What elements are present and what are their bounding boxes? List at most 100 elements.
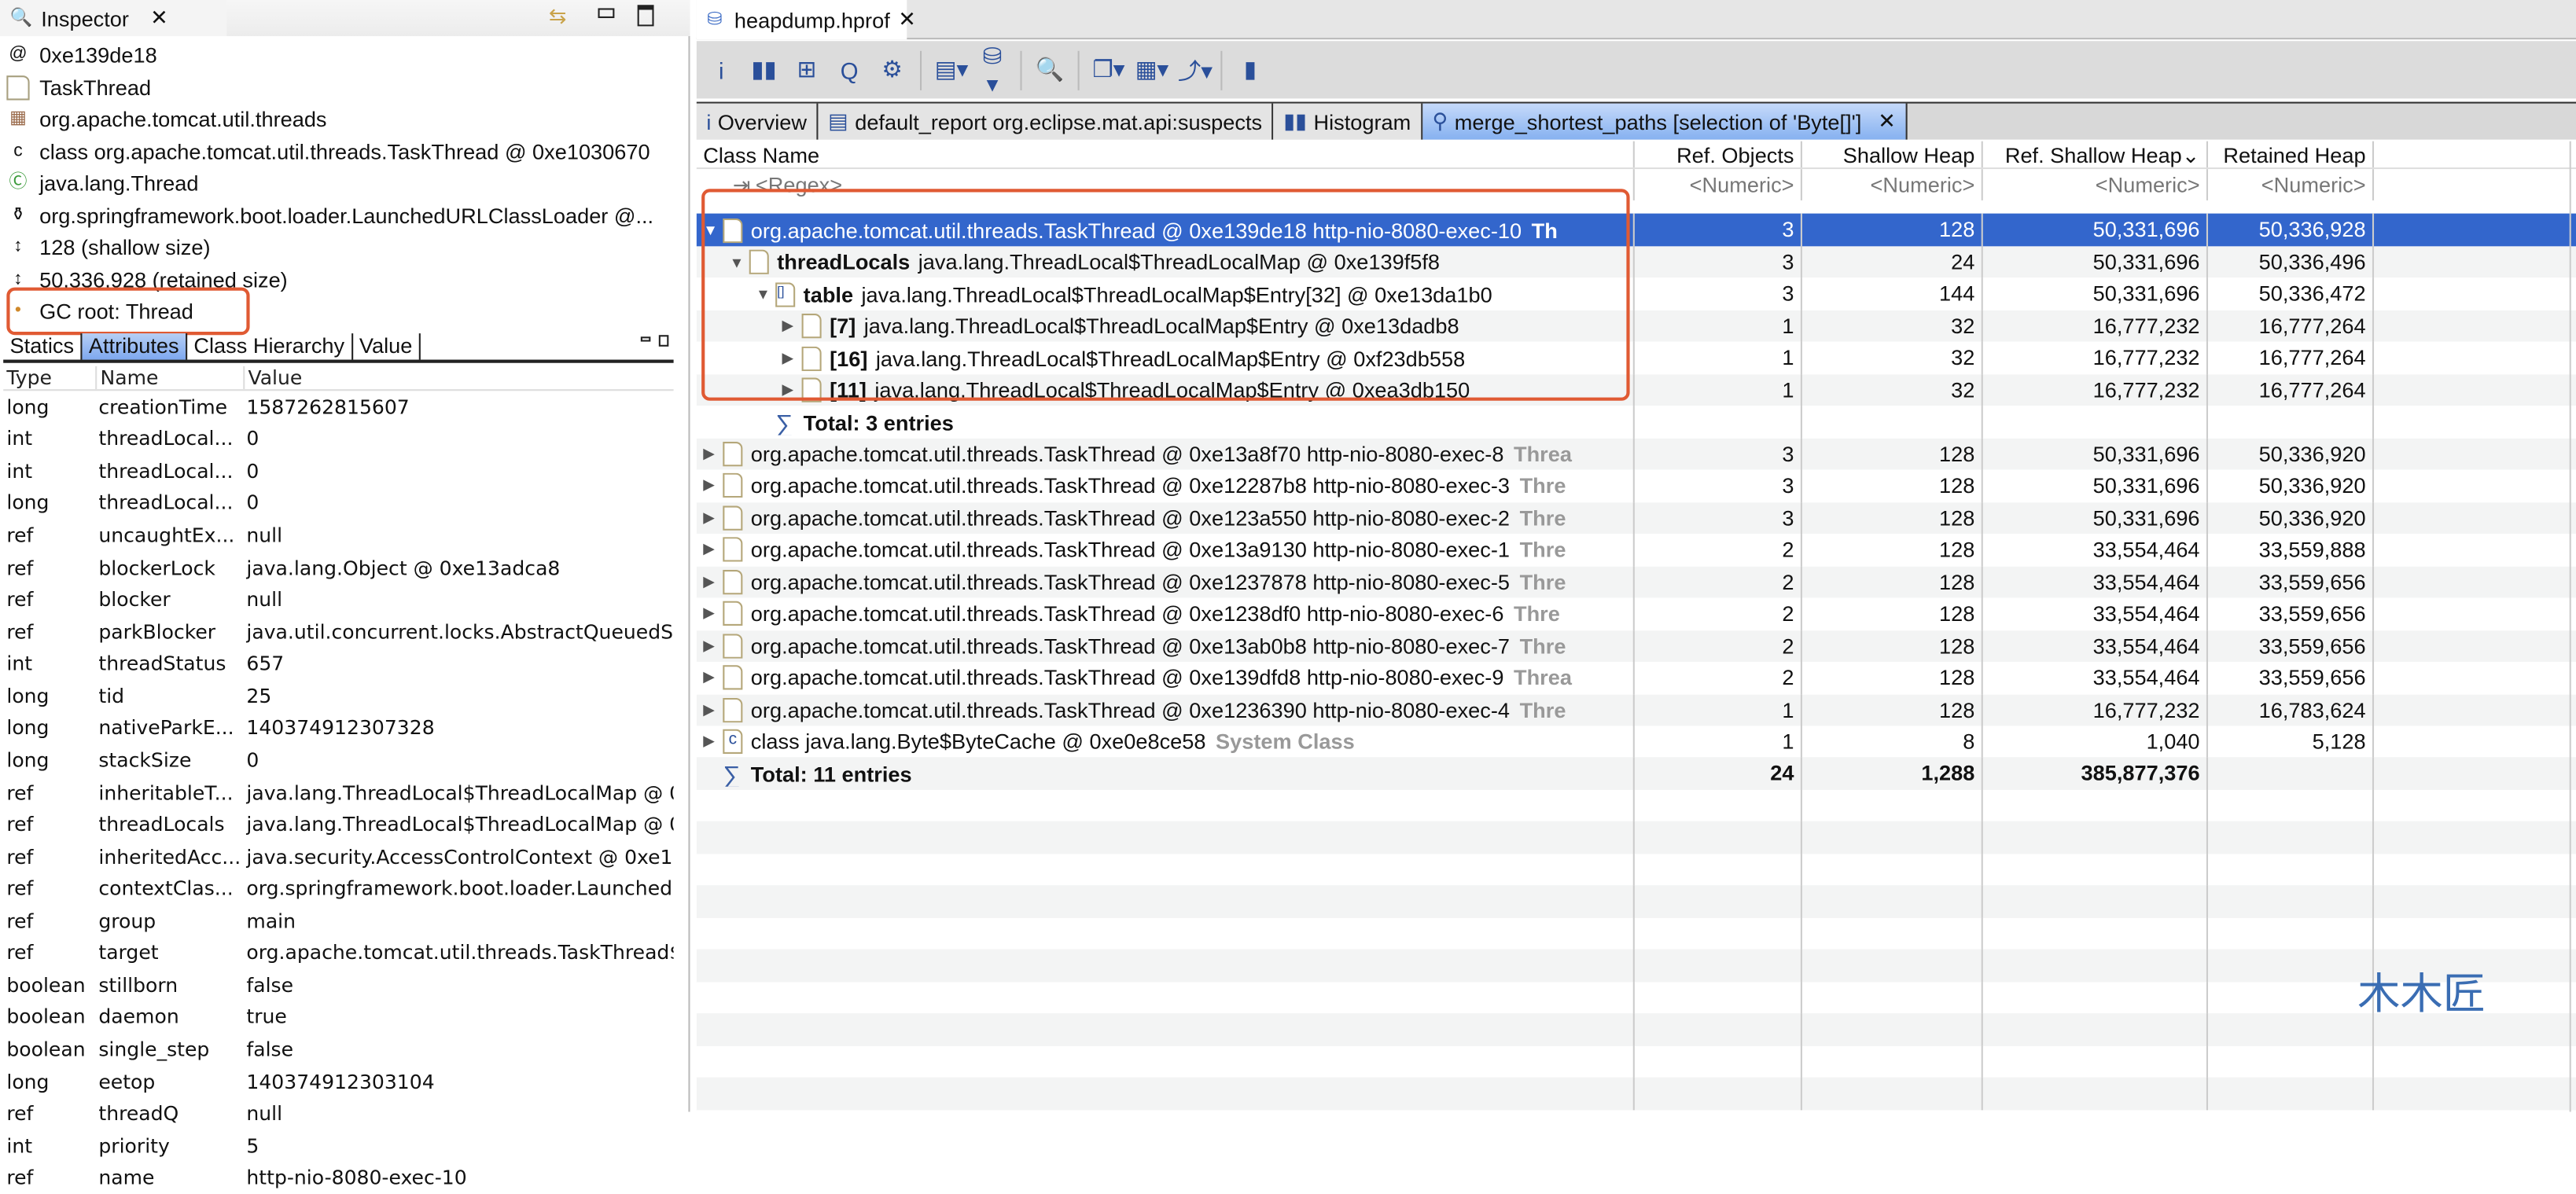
maximize-icon[interactable] — [637, 5, 654, 27]
close-icon[interactable]: ✕ — [1878, 108, 1896, 134]
link-with-view-icon[interactable]: ⇆ — [549, 3, 567, 29]
column-header[interactable]: Shallow Heap — [1800, 141, 1982, 168]
query-tab[interactable]: i Overview — [696, 103, 819, 140]
numeric-filter[interactable]: <Numeric> — [2206, 169, 2375, 201]
query-tab[interactable]: ▮▮ Histogram — [1273, 103, 1422, 140]
object-icon — [6, 75, 30, 100]
close-icon[interactable]: ✕ — [898, 6, 916, 32]
column-header[interactable]: Ref. Shallow Heap⌄ — [1981, 141, 2206, 168]
close-icon[interactable]: ✕ — [150, 5, 168, 31]
attribute-row[interactable]: ref target org.apache.tomcat.util.threads.… — [3, 937, 673, 969]
attribute-row[interactable]: boolean daemon true — [3, 1001, 673, 1034]
tree-row[interactable]: ▶ org.apache.tomcat.util.threads.TaskThre… — [696, 566, 2576, 598]
calculator-icon[interactable]: ▦▾ — [1135, 56, 1168, 84]
dominator-tree-icon[interactable]: ⊞ — [792, 56, 822, 84]
tab-statics[interactable]: Statics — [3, 333, 80, 359]
expand-icon[interactable]: ▶ — [703, 541, 723, 559]
numeric-filter[interactable]: <Numeric> — [1800, 169, 1982, 201]
attribute-row[interactable]: ref blockerLock java.lang.Object @ 0xe13ad… — [3, 552, 673, 584]
expand-icon[interactable]: ▶ — [703, 605, 723, 623]
column-header[interactable]: Retained Heap — [2206, 141, 2375, 168]
tab-attributes[interactable]: Attributes — [80, 333, 188, 360]
oql-icon[interactable]: Q — [834, 57, 864, 83]
attribute-row[interactable]: ref inheritedAcc... java.security.AccessCo… — [3, 840, 673, 873]
tab-class-hierarchy[interactable]: Class Hierarchy — [187, 333, 353, 360]
tree-row[interactable]: ▶ org.apache.tomcat.util.threads.TaskThre… — [696, 630, 2576, 663]
editor-tab-heapdump[interactable]: ⛁ heapdump.hprof ✕ — [696, 0, 916, 40]
attribute-row[interactable]: boolean single_step false — [3, 1034, 673, 1066]
tree-row[interactable]: ▶ org.apache.tomcat.util.threads.TaskThre… — [697, 662, 2576, 694]
column-header[interactable]: Type — [3, 366, 95, 388]
minimize-icon[interactable] — [598, 8, 615, 18]
attribute-row[interactable]: ref threadQ null — [3, 1097, 673, 1130]
minimize-icon[interactable] — [640, 336, 651, 342]
attr-name: creationTime — [98, 395, 228, 419]
attribute-row[interactable]: ref name http-nio-8080-exec-10 — [3, 1162, 673, 1194]
empty-cell — [2206, 917, 2375, 950]
numeric-filter[interactable]: <Numeric> — [1981, 169, 2206, 201]
report-icon[interactable]: ▤▾ — [935, 56, 968, 84]
column-header[interactable]: Ref. Objects — [1632, 141, 1801, 168]
group-icon[interactable]: ❐▾ — [1092, 56, 1124, 84]
query-icon[interactable]: ⚙ — [878, 56, 907, 84]
expand-icon[interactable]: ▶ — [703, 509, 723, 527]
heap-query-icon[interactable]: ⛁▾ — [977, 42, 1007, 97]
tree-row[interactable]: ∑ Total: 3 entries — [697, 406, 2576, 439]
attribute-row[interactable]: ref group main — [3, 905, 673, 937]
tab-value[interactable]: Value — [353, 333, 421, 360]
column-header[interactable]: Value — [243, 365, 673, 389]
attribute-row[interactable]: long threadLocal... 0 — [3, 487, 673, 520]
inspector-tab[interactable]: 🔍 Inspector ✕ — [0, 0, 227, 36]
column-header-class-name[interactable]: Class Name — [697, 142, 1633, 167]
expand-icon[interactable]: ▶ — [703, 669, 723, 687]
tree-row[interactable]: ▶ org.apache.tomcat.util.threads.TaskThre… — [696, 501, 2576, 535]
attribute-row[interactable]: int priority 5 — [3, 1130, 673, 1162]
expand-icon[interactable]: ▶ — [703, 733, 723, 751]
expand-icon[interactable]: ▶ — [703, 445, 723, 463]
inspector-info-text: 0xe139de18 — [39, 42, 157, 68]
attribute-row[interactable]: long creationTime 1587262815607 — [3, 391, 673, 423]
tree-row[interactable]: ▶ org.apache.tomcat.util.threads.TaskThre… — [697, 534, 2576, 567]
expand-icon[interactable]: ▶ — [703, 637, 723, 655]
attribute-row[interactable]: long stackSize 0 — [3, 744, 673, 777]
tree-row[interactable]: ▶ c class java.lang.Byte$ByteCache @ 0xe0e… — [697, 726, 2576, 759]
expand-icon[interactable]: ▶ — [703, 477, 723, 495]
tree-row[interactable]: ▶ org.apache.tomcat.util.threads.TaskThre… — [697, 469, 2576, 502]
ref-shallow-heap — [1981, 406, 2206, 439]
shallow-heap: 128 — [1800, 534, 1982, 567]
inspector-info-row: c class org.apache.tomcat.util.threads.Ta… — [6, 135, 650, 167]
search-icon[interactable]: 🔍 — [1035, 56, 1065, 84]
attribute-row[interactable]: ref threadLocals java.lang.ThreadLocal$Thr… — [3, 809, 673, 841]
total-row[interactable]: ∑ Total: 11 entries 24 1,288 385,877,376 — [696, 758, 2576, 790]
tree-row[interactable]: ▶ org.apache.tomcat.util.threads.TaskThre… — [696, 438, 2576, 470]
attribute-row[interactable]: int threadLocal... 0 — [3, 455, 673, 487]
attribute-row[interactable]: ref inheritableT... java.lang.ThreadLocal$… — [3, 777, 673, 809]
attribute-row[interactable]: boolean stillborn false — [3, 969, 673, 1001]
tree-row[interactable]: ▶ org.apache.tomcat.util.threads.TaskThre… — [697, 597, 2576, 630]
expand-icon[interactable]: ▶ — [703, 573, 723, 591]
info-icon[interactable]: i — [706, 57, 736, 83]
expand-icon[interactable]: ▶ — [703, 701, 723, 719]
attribute-row[interactable]: long eetop 140374912303104 — [3, 1066, 673, 1098]
column-header[interactable]: Name — [95, 365, 243, 389]
query-tab[interactable]: ⚲ merge_shortest_paths [selection of 'Byt… — [1422, 103, 1908, 140]
attribute-row[interactable]: ref contextClas... org.springframework.boo… — [3, 873, 673, 905]
numeric-filter[interactable]: <Numeric> — [1632, 169, 1801, 201]
export-icon[interactable]: ⤴▾ — [1178, 53, 1213, 86]
attribute-row[interactable]: long tid 25 — [3, 680, 673, 712]
attribute-row[interactable]: ref blocker null — [3, 583, 673, 615]
attribute-row[interactable]: int threadStatus 657 — [3, 648, 673, 680]
attr-value: org.springframework.boot.loader.Launched — [246, 877, 673, 901]
tree-row[interactable]: ▶ org.apache.tomcat.util.threads.TaskThre… — [696, 693, 2576, 726]
retained-heap: 50,336,920 — [2206, 501, 2375, 535]
leak-icon[interactable]: ▮ — [1235, 56, 1265, 84]
attribute-row[interactable]: ref uncaughtEx... null — [3, 520, 673, 552]
histogram-icon[interactable]: ▮▮ — [749, 56, 779, 84]
maximize-icon[interactable] — [658, 335, 669, 347]
empty-cell — [1800, 1077, 1982, 1110]
attribute-row[interactable]: int threadLocal... 0 — [3, 423, 673, 455]
attribute-row[interactable]: long nativeParkE... 140374912307328 — [3, 712, 673, 744]
attribute-row[interactable]: ref parkBlocker java.util.concurrent.locks… — [3, 615, 673, 648]
query-tab[interactable]: ▤ default_report org.eclipse.mat.api:susp… — [818, 103, 1274, 140]
sort-descending-icon[interactable]: ⌄ — [2182, 143, 2200, 167]
